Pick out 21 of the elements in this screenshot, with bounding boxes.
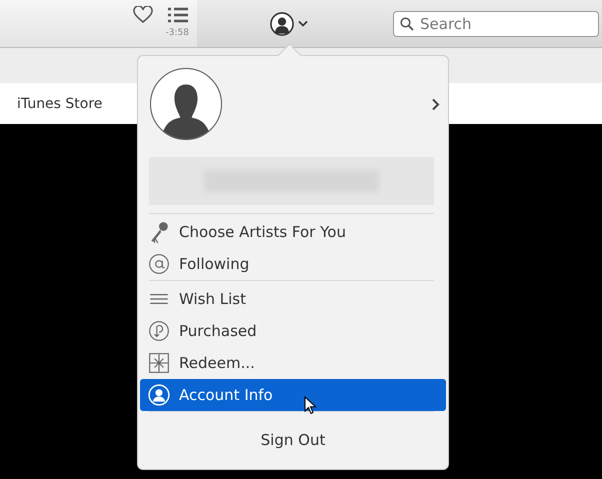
list-icon[interactable]: [167, 7, 189, 23]
menu-item[interactable]: Following: [140, 248, 446, 280]
menu-item[interactable]: Purchased: [140, 315, 446, 347]
person-circle-icon: [148, 384, 170, 406]
search-icon: [400, 16, 414, 30]
cursor-icon: [304, 396, 317, 415]
download-circle-icon: [148, 320, 170, 342]
account-icon[interactable]: [270, 12, 294, 36]
search-field[interactable]: Search: [393, 10, 599, 36]
heart-icon[interactable]: [133, 6, 153, 24]
caret-icon[interactable]: [298, 20, 308, 27]
chevron-right-icon[interactable]: [431, 98, 440, 110]
menu-item[interactable]: Redeem...: [140, 347, 446, 379]
sign-out-button[interactable]: Sign Out: [140, 418, 446, 462]
gift-icon: [148, 352, 170, 374]
time-remaining: -3:58: [166, 28, 189, 38]
at-sign-icon: [148, 253, 170, 275]
menu-item[interactable]: Account Info: [140, 379, 446, 411]
menu-item[interactable]: Wish List: [140, 283, 446, 315]
menu-item[interactable]: Choose Artists For You: [140, 216, 446, 248]
nav-title[interactable]: iTunes Store: [17, 96, 102, 112]
